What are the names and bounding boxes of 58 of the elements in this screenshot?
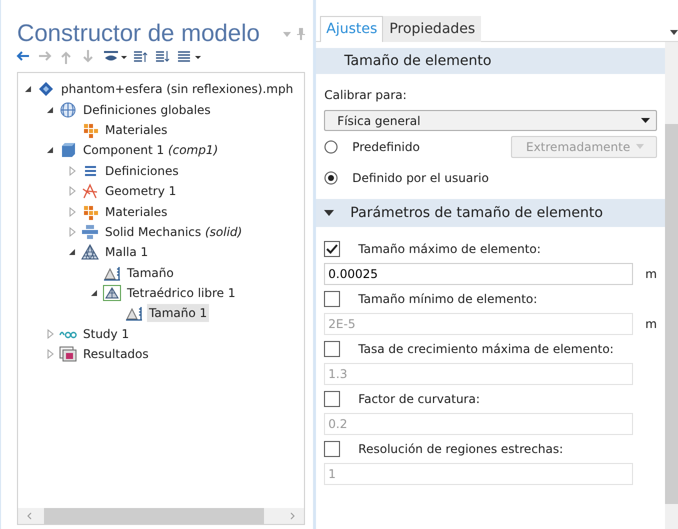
tab[interactable]: Propiedades xyxy=(383,16,482,42)
tree-item[interactable]: Component 1 (comp1) xyxy=(81,141,220,160)
tree-item[interactable]: Materiales xyxy=(103,120,170,139)
mesh-icon xyxy=(81,244,99,260)
checkbox[interactable] xyxy=(324,341,340,357)
panel-title: Constructor de modelo xyxy=(17,22,260,46)
scrollbar-thumb[interactable] xyxy=(44,508,264,524)
tree-item[interactable]: Malla 1 xyxy=(103,243,150,262)
unit-label: m xyxy=(645,316,657,333)
radio-button[interactable] xyxy=(324,170,338,184)
mesh-size-icon xyxy=(125,305,143,322)
checkbox[interactable] xyxy=(324,391,340,407)
globe-icon xyxy=(59,102,77,118)
checkbox-label: Tamaño mínimo de elemento: xyxy=(358,291,538,308)
radio-label: Definido por el usuario xyxy=(352,170,489,186)
tree-item[interactable]: phantom+esfera (sin reflexiones).mph xyxy=(59,80,296,98)
tree-item[interactable]: Tamaño 1 xyxy=(147,304,210,322)
model-file-icon xyxy=(37,81,55,98)
tetrahedral-mesh-icon xyxy=(103,285,121,302)
tree-item[interactable]: Solid Mechanics (solid) xyxy=(103,222,244,241)
tree-item[interactable]: Study 1 xyxy=(81,324,132,343)
checkbox[interactable] xyxy=(324,441,340,457)
tree-item[interactable]: Definiciones xyxy=(103,162,181,180)
field-label: Calibrar para: xyxy=(324,87,408,104)
physics-icon xyxy=(81,224,99,240)
tree-item[interactable]: Geometry 1 xyxy=(103,182,178,200)
tree-item[interactable]: Materiales xyxy=(103,202,170,221)
geometry-icon xyxy=(81,183,99,200)
tree-item[interactable]: Tamaño xyxy=(125,264,176,282)
tree-item[interactable]: Tetraédrico libre 1 xyxy=(125,284,238,302)
collapse-arrow-icon[interactable] xyxy=(324,210,334,216)
materials-icon xyxy=(81,204,99,220)
tree-item[interactable]: Resultados xyxy=(81,345,151,364)
materials-icon xyxy=(81,122,99,138)
scrollbar-thumb[interactable] xyxy=(665,124,678,504)
calibrate-select[interactable]: Física general xyxy=(324,110,657,131)
dropdown-icon[interactable] xyxy=(670,30,678,35)
checkbox-label: Tamaño máximo de elemento: xyxy=(358,241,541,258)
radio-button[interactable] xyxy=(324,140,338,154)
horizontal-scrollbar[interactable] xyxy=(18,508,304,524)
mesh-size-icon xyxy=(103,264,121,281)
checkbox-label: Resolución de regiones estrechas: xyxy=(358,441,564,458)
results-icon xyxy=(59,346,77,362)
expand-tree-icon[interactable] xyxy=(133,50,149,64)
collapse-tree-icon[interactable] xyxy=(155,50,171,64)
value-field[interactable]: 0.00025 xyxy=(324,263,634,285)
dropdown-icon xyxy=(636,144,644,149)
checkbox-label: Factor de curvatura: xyxy=(358,391,480,408)
list-icon[interactable] xyxy=(177,50,201,64)
cube-icon xyxy=(59,142,77,158)
dropdown-icon xyxy=(641,118,650,123)
vertical-scrollbar[interactable] xyxy=(665,42,678,529)
unit-label: m xyxy=(645,266,657,283)
checkbox-label: Tasa de crecimiento máxima de elemento: xyxy=(358,341,614,358)
checkbox[interactable] xyxy=(324,241,340,257)
tree-item[interactable]: Definiciones globales xyxy=(81,100,213,119)
checkbox[interactable] xyxy=(324,291,340,307)
radio-label: Predefinido xyxy=(352,138,420,156)
